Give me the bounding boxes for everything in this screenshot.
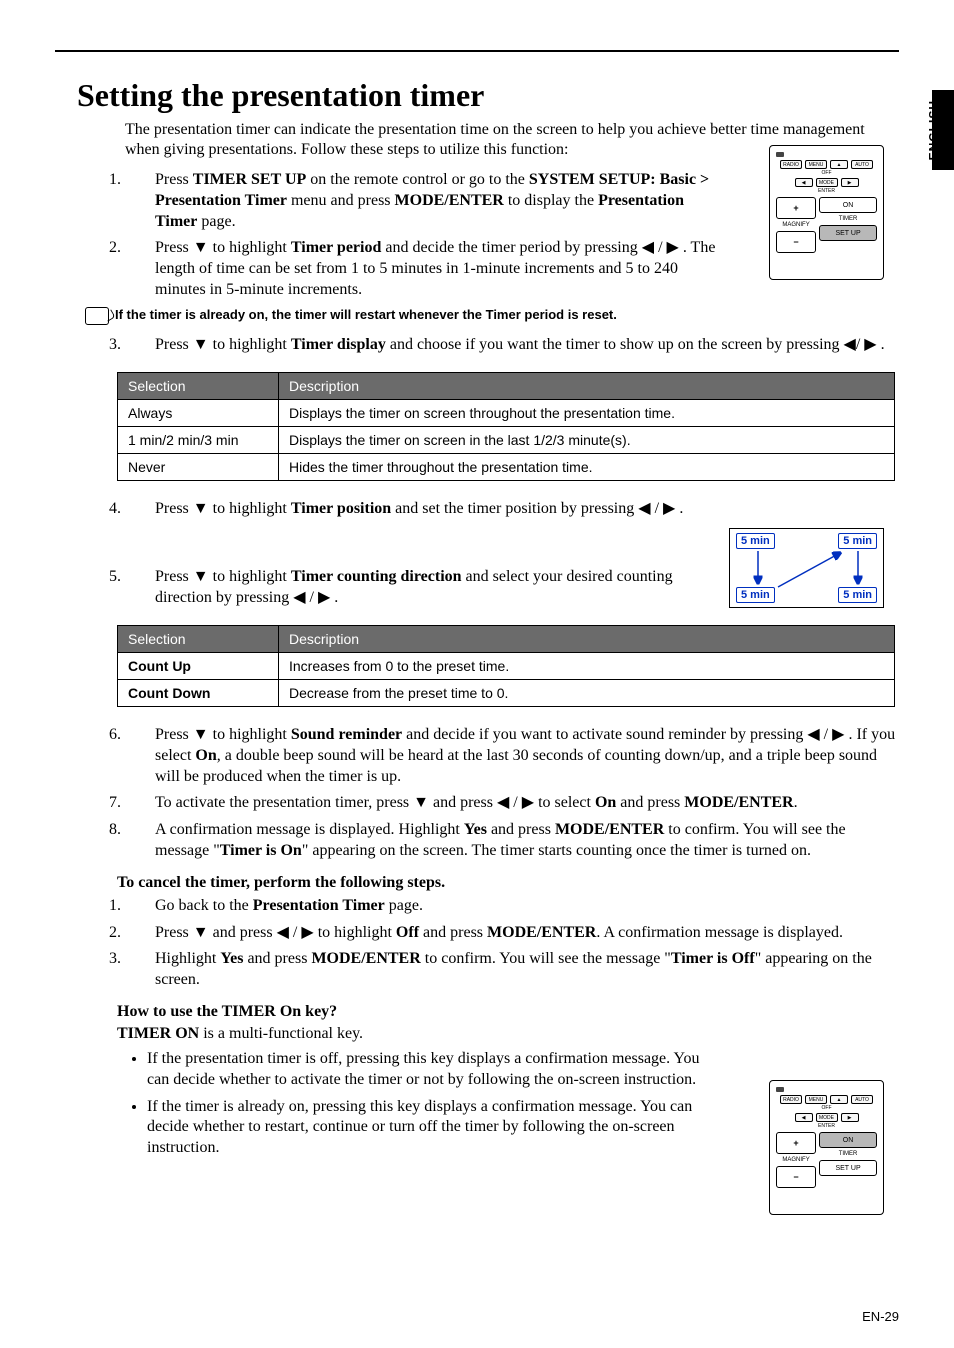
right-arrow-icon: ▶ [832, 725, 844, 746]
table-cell: Hides the timer throughout the presentat… [279, 453, 895, 480]
remote-setup-button-highlighted: SET UP [819, 225, 877, 241]
step-2: Press ▼ to highlight Timer period and de… [125, 238, 719, 300]
remote-timer-label: TIMER [819, 216, 877, 222]
left-arrow-icon: ◀ [277, 923, 289, 944]
language-label: ENGLISH [926, 100, 940, 160]
right-arrow-icon: ▶ [318, 588, 330, 609]
table-cell: Always [118, 399, 279, 426]
right-arrow-icon: ▶ [522, 793, 534, 814]
remote-minus-button: − [776, 231, 816, 253]
remote-minus-button: − [776, 1166, 816, 1188]
remote-plus-button: + [776, 197, 816, 219]
right-arrow-icon: ▶ [864, 335, 876, 356]
down-arrow-icon: ▼ [413, 793, 429, 814]
timeron-sub: TIMER ON is a multi-functional key. [117, 1025, 899, 1043]
remote-on-button: ON [819, 197, 877, 213]
table-cell: Count Up [118, 652, 279, 679]
left-arrow-icon: ◀ [638, 499, 650, 520]
step-5: Press ▼ to highlight Timer counting dire… [125, 567, 719, 609]
step-3: Press ▼ to highlight Timer display and c… [125, 335, 899, 356]
table-header-selection: Selection [118, 625, 279, 652]
cancel-step-1: Go back to the Presentation Timer page. [125, 896, 899, 917]
left-arrow-icon: ◀ [642, 238, 654, 259]
down-arrow-icon: ▼ [193, 238, 209, 259]
cancel-step-2: Press ▼ and press ◀ / ▶ to highlight Off… [125, 923, 899, 944]
right-arrow-icon: ▶ [667, 238, 679, 259]
table-cell: Increases from 0 to the preset time. [279, 652, 895, 679]
remote-menu-button: MENU [805, 160, 827, 169]
remote-left-button: ◀ [795, 1113, 813, 1122]
table-cell: 1 min/2 min/3 min [118, 426, 279, 453]
down-arrow-icon: ▼ [193, 499, 209, 520]
counting-direction-table: SelectionDescription Count UpIncreases f… [117, 625, 895, 707]
timer-display-table: SelectionDescription AlwaysDisplays the … [117, 372, 895, 481]
timer-position-figure: 5 min 5 min 5 min 5 min [729, 528, 884, 608]
remote-right-button: ▶ [841, 1113, 859, 1122]
remote-menu-button: MENU [805, 1095, 827, 1104]
down-arrow-icon: ▼ [193, 923, 209, 944]
page-number: EN-29 [862, 1309, 899, 1324]
remote-figure-top: RADIO MENU ▲ AUTO OFF ◀ MODE ▶ ENTER + M… [769, 145, 884, 280]
table-header-description: Description [279, 372, 895, 399]
step-4: Press ▼ to highlight Timer position and … [125, 499, 719, 520]
down-arrow-icon: ▼ [193, 567, 209, 588]
step-8: A confirmation message is displayed. Hig… [125, 820, 899, 862]
remote-magnify-label: MAGNIFY [776, 1157, 816, 1163]
cancel-step-3: Highlight Yes and press MODE/ENTER to co… [125, 949, 899, 991]
remote-figure-bottom: RADIO MENU ▲ AUTO OFF ◀ MODE ▶ ENTER + M… [769, 1080, 884, 1215]
down-arrow-icon: ▼ [193, 335, 209, 356]
remote-timer-label: TIMER [819, 1151, 877, 1157]
remote-setup-button: SET UP [819, 1160, 877, 1176]
remote-up-button: ▲ [830, 1095, 848, 1104]
table-cell: Never [118, 453, 279, 480]
note-text: If the timer is already on, the timer wi… [115, 307, 617, 322]
remote-plus-button: + [776, 1132, 816, 1154]
remote-magnify-label: MAGNIFY [776, 222, 816, 228]
step-6: Press ▼ to highlight Sound reminder and … [125, 725, 899, 787]
remote-auto-button: AUTO [851, 1095, 873, 1104]
timeron-bullet-1: If the presentation timer is off, pressi… [147, 1049, 709, 1091]
left-arrow-icon: ◀ [807, 725, 819, 746]
right-arrow-icon: ▶ [663, 499, 675, 520]
remote-auto-button: AUTO [851, 160, 873, 169]
step-1: Press TIMER SET UP on the remote control… [125, 170, 719, 232]
remote-left-button: ◀ [795, 178, 813, 187]
left-arrow-icon: ◀ [497, 793, 509, 814]
cancel-heading: To cancel the timer, perform the followi… [117, 874, 899, 892]
table-cell: Displays the timer on screen throughout … [279, 399, 895, 426]
remote-radio-button: RADIO [780, 1095, 802, 1104]
table-cell: Displays the timer on screen in the last… [279, 426, 895, 453]
left-arrow-icon: ◀ [293, 588, 305, 609]
note-icon [85, 307, 109, 325]
right-arrow-icon: ▶ [301, 923, 313, 944]
table-header-description: Description [279, 625, 895, 652]
remote-enter-label: ENTER [776, 188, 877, 194]
left-arrow-icon: ◀ [844, 335, 856, 356]
table-cell: Count Down [118, 679, 279, 706]
timeron-bullet-2: If the timer is already on, pressing thi… [147, 1097, 709, 1159]
remote-enter-label: ENTER [776, 1123, 877, 1129]
page-title: Setting the presentation timer [55, 77, 899, 114]
remote-mode-button: MODE [816, 1113, 838, 1122]
remote-radio-button: RADIO [780, 160, 802, 169]
remote-up-button: ▲ [830, 160, 848, 169]
remote-off-label: OFF [776, 170, 877, 176]
table-cell: Decrease from the preset time to 0. [279, 679, 895, 706]
timeron-heading: How to use the TIMER On key? [117, 1003, 899, 1021]
remote-mode-button: MODE [816, 178, 838, 187]
remote-off-label: OFF [776, 1105, 877, 1111]
down-arrow-icon: ▼ [193, 725, 209, 746]
remote-on-button-highlighted: ON [819, 1132, 877, 1148]
table-header-selection: Selection [118, 372, 279, 399]
remote-right-button: ▶ [841, 178, 859, 187]
step-7: To activate the presentation timer, pres… [125, 793, 899, 814]
